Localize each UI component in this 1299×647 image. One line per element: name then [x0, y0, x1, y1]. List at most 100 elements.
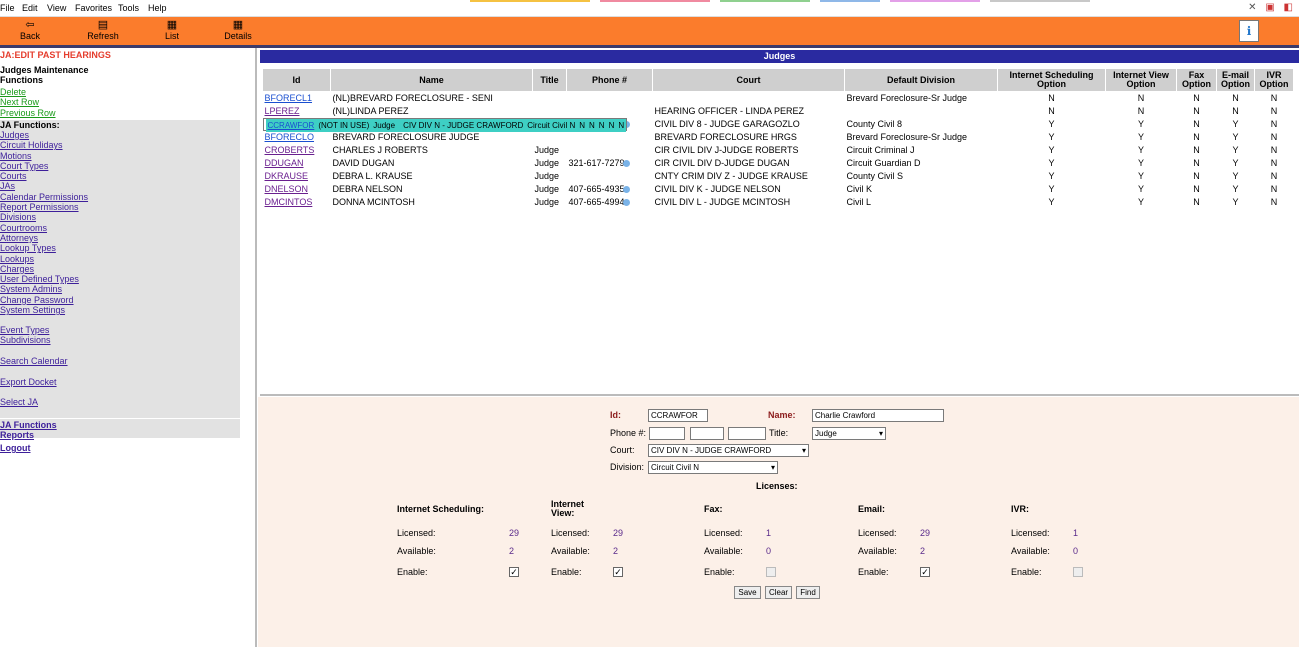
row-id-link[interactable]: DNELSON [265, 184, 309, 194]
print-icon[interactable]: ▣ [1265, 2, 1274, 13]
nav-system-settings[interactable]: System Settings [0, 305, 88, 315]
available-value: 2 [613, 546, 619, 556]
col-internet-view[interactable]: Internet View Option [1105, 68, 1177, 92]
available-value: 0 [1073, 546, 1079, 556]
nav-charges[interactable]: Charges [0, 264, 88, 274]
cell-title [533, 92, 567, 105]
details-button[interactable]: ▦ Details [213, 19, 263, 41]
clear-button[interactable]: Clear [765, 586, 792, 599]
row-id-link[interactable]: CROBERTS [265, 145, 315, 155]
col-default-division[interactable]: Default Division [844, 68, 998, 92]
table-row[interactable]: BFORECL1 (NL)BREVARD FORECLOSURE - SENI Br… [263, 92, 1294, 105]
col-email[interactable]: E-mail Option [1216, 68, 1255, 92]
col-phone[interactable]: Phone # [566, 68, 653, 92]
name-field[interactable]: Charlie Crawford [812, 409, 944, 422]
menu-file[interactable]: File [0, 3, 15, 13]
nav-lookups[interactable]: Lookups [0, 254, 88, 264]
row-id-link[interactable]: BFORECLO [265, 132, 315, 142]
nav-court-types[interactable]: Court Types [0, 161, 88, 171]
previous-row-link[interactable]: Previous Row [0, 108, 56, 118]
row-id-link[interactable]: CCRAWFOR [268, 121, 315, 130]
enable-checkbox[interactable]: ✓ [613, 567, 623, 577]
table-row[interactable]: DKRAUSE DEBRA L. KRAUSE Judge CNTY CRIM DIV… [263, 170, 1294, 183]
nav-courtrooms[interactable]: Courtrooms [0, 223, 88, 233]
cell-name: CHARLES J ROBERTS [332, 145, 428, 155]
title-select[interactable]: Judge ▾ [812, 427, 886, 440]
next-row-link[interactable]: Next Row [0, 97, 56, 107]
select-ja-link[interactable]: Select JA [0, 397, 38, 407]
col-title[interactable]: Title [532, 68, 567, 92]
nav-attorneys[interactable]: Attorneys [0, 233, 88, 243]
nav-system-admins[interactable]: System Admins [0, 284, 88, 294]
delete-link[interactable]: Delete [0, 87, 56, 97]
menu-favorites[interactable]: Favorites [75, 3, 112, 13]
export-docket-link[interactable]: Export Docket [0, 377, 57, 387]
table-row[interactable]: CROBERTS CHARLES J ROBERTS Judge CIR CIVIL … [263, 144, 1294, 157]
enable-checkbox[interactable]: ✓ [920, 567, 930, 577]
nav-change-password[interactable]: Change Password [0, 295, 88, 305]
row-id-link[interactable]: BFORECL1 [265, 93, 313, 103]
logout-link[interactable]: Logout [0, 443, 31, 453]
menu-help[interactable]: Help [148, 3, 167, 13]
table-row[interactable]: DMCINTOS DONNA MCINTOSH Judge 407-665-4994 C… [263, 196, 1294, 209]
find-button[interactable]: Find [796, 586, 820, 599]
row-id-link[interactable]: DKRAUSE [265, 171, 309, 181]
cell-view: N [1137, 93, 1145, 104]
row-id-link[interactable]: DMCINTOS [265, 197, 313, 207]
nav-user-defined-types[interactable]: User Defined Types [0, 274, 88, 284]
division-select[interactable]: Circuit Civil N ▾ [648, 461, 778, 474]
court-select[interactable]: CIV DIV N - JUDGE CRAWFORD ▾ [648, 444, 809, 457]
cell-title: Judge [371, 118, 398, 132]
nav-divisions[interactable]: Divisions [0, 212, 88, 222]
save-button[interactable]: Save [734, 586, 761, 599]
back-button[interactable]: ⇦ Back [5, 19, 55, 41]
ja-functions-link[interactable]: JA Functions [0, 420, 57, 430]
licensed-value: 29 [509, 528, 520, 538]
nav-motions[interactable]: Motions [0, 151, 88, 161]
nav-circuit-holidays[interactable]: Circuit Holidays [0, 140, 88, 150]
reports-link[interactable]: Reports [0, 430, 34, 440]
nav-event-types[interactable]: Event Types [0, 325, 51, 335]
col-fax[interactable]: Fax Option [1176, 68, 1217, 92]
nav-judges[interactable]: Judges [0, 130, 88, 140]
table-row[interactable]: CCRAWFOR (NOT IN USE) Judge CIV DIV N - JUD… [262, 117, 628, 132]
phone-line-field[interactable] [728, 427, 766, 440]
table-row[interactable]: DNELSON DEBRA NELSON Judge 407-665-4935 CIVI… [263, 183, 1294, 196]
enable-checkbox[interactable]: ✓ [509, 567, 519, 577]
help-icon[interactable]: ℹ [1239, 20, 1259, 42]
table-row[interactable]: BFORECLO BREVARD FORECLOSURE JUDGE BREVARD… [263, 131, 1294, 144]
col-id[interactable]: Id [262, 68, 331, 92]
row-id-link[interactable]: DDUGAN [265, 158, 304, 168]
nav-lookup-types[interactable]: Lookup Types [0, 243, 88, 253]
nav-jas[interactable]: JAs [0, 181, 88, 191]
search-calendar-link[interactable]: Search Calendar [0, 356, 68, 366]
menu-edit[interactable]: Edit [22, 3, 38, 13]
col-ivr[interactable]: IVR Option [1254, 68, 1294, 92]
refresh-button[interactable]: ▤ Refresh [78, 19, 128, 41]
enable-checkbox[interactable] [1073, 567, 1083, 577]
col-internet-scheduling[interactable]: Internet Scheduling Option [997, 68, 1106, 92]
col-court[interactable]: Court [652, 68, 845, 92]
col-name[interactable]: Name [330, 68, 533, 92]
nav-courts[interactable]: Courts [0, 171, 88, 181]
phone-icon[interactable] [622, 186, 630, 194]
phone-icon[interactable] [622, 160, 630, 168]
enable-checkbox[interactable] [766, 567, 776, 577]
id-field[interactable]: CCRAWFOR [648, 409, 708, 422]
pin-icon[interactable]: ◧ [1284, 2, 1293, 13]
nav-subdivisions[interactable]: Subdivisions [0, 335, 51, 345]
list-button[interactable]: ▦ List [147, 19, 197, 41]
table-row[interactable]: LPEREZ (NL)LINDA PEREZ HEARING OFFICER - L… [263, 105, 1294, 118]
phone-prefix-field[interactable] [690, 427, 724, 440]
phone-icon[interactable] [622, 199, 630, 207]
nav-calendar-permissions[interactable]: Calendar Permissions [0, 192, 88, 202]
menu-tools[interactable]: Tools [118, 3, 139, 13]
menu-view[interactable]: View [47, 3, 66, 13]
row-id-link[interactable]: LPEREZ [265, 106, 300, 116]
cell-view: Y [1137, 145, 1144, 155]
close-icon[interactable]: ✕ [1248, 2, 1256, 13]
nav-report-permissions[interactable]: Report Permissions [0, 202, 88, 212]
table-row[interactable]: DDUGAN DAVID DUGAN Judge 321-617-7279 CIR CI… [263, 157, 1294, 170]
phone-area-field[interactable] [649, 427, 685, 440]
cell-division [845, 105, 998, 118]
